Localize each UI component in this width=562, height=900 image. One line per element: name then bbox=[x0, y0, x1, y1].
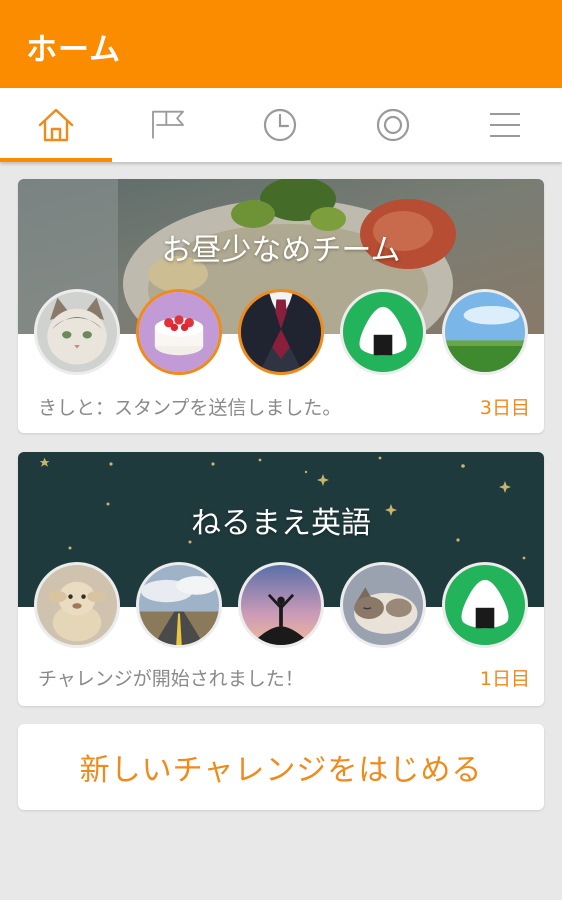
target-icon bbox=[376, 108, 410, 142]
team-status: チャレンジが開始されました！ bbox=[38, 668, 304, 690]
active-tab-indicator bbox=[0, 158, 112, 162]
suit-avatar-image bbox=[241, 292, 321, 372]
member-avatar-road[interactable] bbox=[136, 562, 222, 648]
team-card[interactable]: お昼少なめチーム きしと：スタンプを送信しました。 3日目 bbox=[18, 179, 544, 433]
flag-icon bbox=[152, 110, 184, 139]
tab-history[interactable] bbox=[224, 88, 336, 162]
member-avatar-sheep[interactable] bbox=[34, 562, 120, 648]
team-card[interactable]: ねるまえ英語 チャレンジが開始されました！ 1日目 bbox=[18, 452, 544, 706]
member-avatar-field[interactable] bbox=[442, 289, 528, 375]
team-name: お昼少なめチーム bbox=[161, 233, 401, 268]
member-avatar-onigiri[interactable] bbox=[442, 562, 528, 648]
cake-avatar-image bbox=[139, 292, 219, 372]
day-count: 3日目 bbox=[479, 397, 530, 419]
tab-menu[interactable] bbox=[449, 88, 561, 162]
tab-home[interactable] bbox=[0, 88, 112, 162]
menu-icon bbox=[490, 113, 520, 137]
member-avatar-cat-sleeping[interactable] bbox=[340, 562, 426, 648]
onigiri-avatar-image bbox=[343, 292, 423, 372]
onigiri-avatar-image bbox=[445, 565, 525, 645]
tab-bar bbox=[0, 88, 562, 162]
cat-avatar-image bbox=[37, 292, 117, 372]
team-status: きしと：スタンプを送信しました。 bbox=[38, 397, 342, 419]
member-avatar-onigiri[interactable] bbox=[340, 289, 426, 375]
team-name: ねるまえ英語 bbox=[191, 506, 371, 541]
member-avatar-sunset-person[interactable] bbox=[238, 562, 324, 648]
member-avatar-cat[interactable] bbox=[34, 289, 120, 375]
sheep-avatar-image bbox=[37, 565, 117, 645]
clock-icon bbox=[263, 108, 297, 142]
home-icon bbox=[38, 108, 74, 142]
new-challenge-button[interactable]: 新しいチャレンジをはじめる bbox=[18, 724, 544, 810]
app-bar: ホーム bbox=[0, 0, 562, 88]
road-avatar-image bbox=[139, 565, 219, 645]
tab-goals[interactable] bbox=[337, 88, 449, 162]
tab-challenges[interactable] bbox=[112, 88, 224, 162]
field-avatar-image bbox=[445, 292, 525, 372]
member-avatar-cake[interactable] bbox=[136, 289, 222, 375]
cat-sleeping-avatar-image bbox=[343, 565, 423, 645]
day-count: 1日目 bbox=[479, 668, 530, 690]
member-avatar-suit[interactable] bbox=[238, 289, 324, 375]
page-title: ホーム bbox=[26, 32, 122, 68]
sunset-person-avatar-image bbox=[241, 565, 321, 645]
